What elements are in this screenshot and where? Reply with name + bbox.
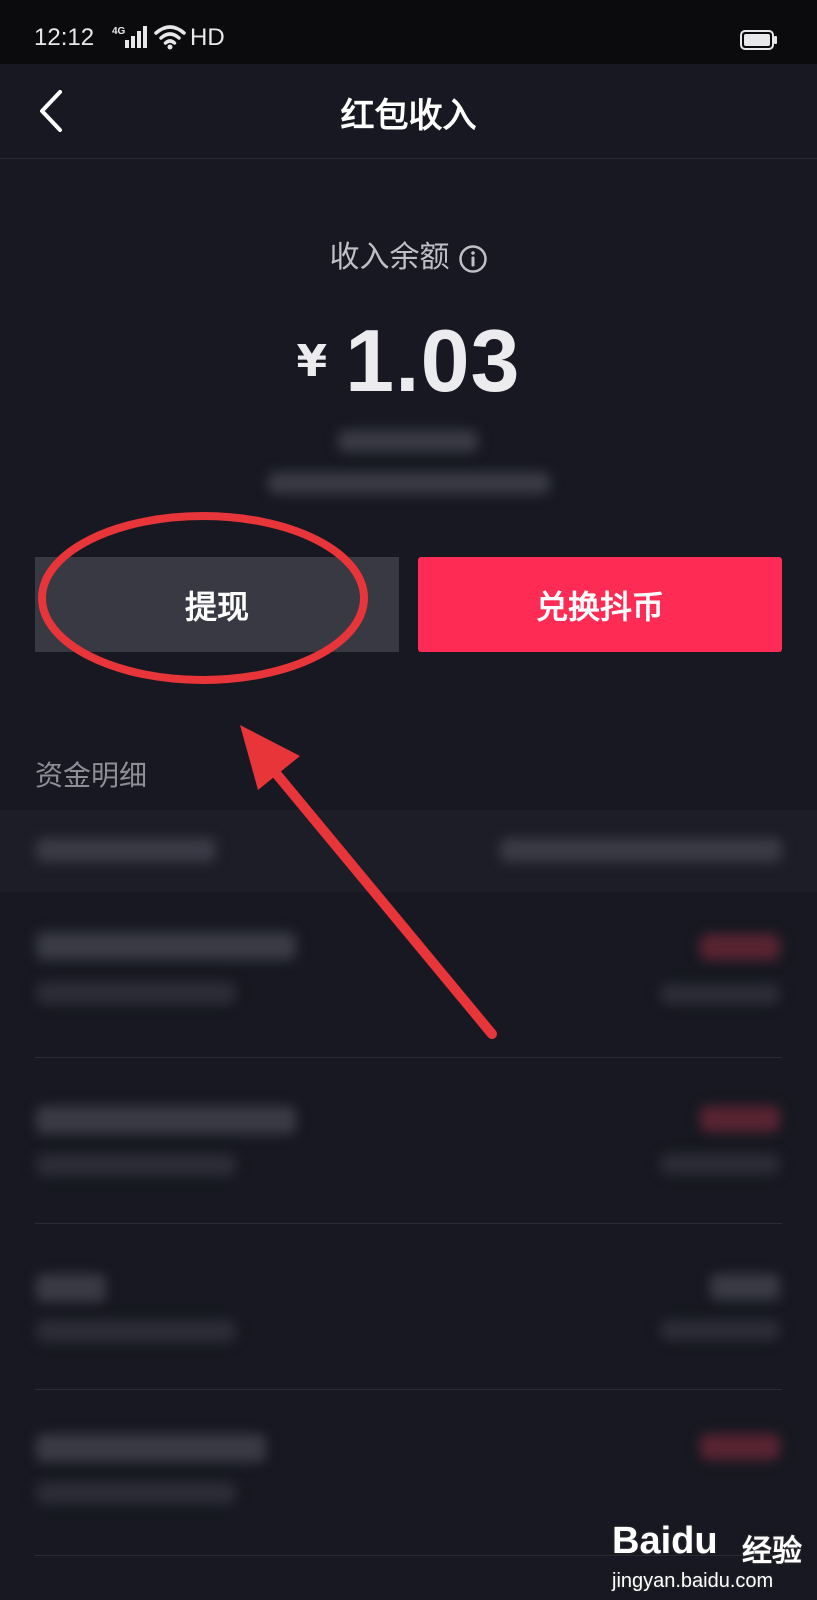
blurred-text: [36, 1482, 236, 1504]
wifi-icon: [154, 25, 186, 50]
battery-icon: [740, 30, 777, 50]
exchange-coins-button[interactable]: 兑换抖币: [418, 557, 782, 652]
blurred-text: [36, 1274, 106, 1302]
balance-amount-row: ¥1.03: [0, 310, 817, 412]
blurred-filter-left: [36, 838, 216, 862]
list-item[interactable]: [0, 1224, 817, 1390]
signal-icon: [125, 26, 147, 48]
blurred-text: [660, 1154, 780, 1174]
section-title: 资金明细: [35, 759, 148, 792]
blurred-text: [36, 982, 236, 1004]
watermark-url: jingyan.baidu.com: [612, 1570, 774, 1592]
watermark: Baidu 经验 jingyan.baidu.com: [612, 1520, 812, 1595]
withdraw-button[interactable]: 提现: [35, 557, 399, 652]
info-icon[interactable]: [458, 244, 488, 274]
watermark-logo: Baidu: [612, 1520, 718, 1562]
blurred-amount: [700, 1106, 780, 1132]
currency-symbol: ¥: [296, 335, 328, 387]
blurred-text: [36, 1106, 296, 1134]
list-item[interactable]: [0, 892, 817, 1058]
blurred-filter-right: [500, 838, 782, 862]
balance-label-row: 收入余额: [0, 232, 817, 276]
watermark-logo-cn: 经验: [742, 1534, 802, 1569]
blurred-amount: [700, 1434, 780, 1460]
blurred-text: [36, 1320, 236, 1342]
blurred-amount: [710, 1274, 780, 1300]
balance-amount: 1.03: [345, 311, 521, 410]
blurred-text: [660, 984, 780, 1004]
page-title: 红包收入: [340, 96, 477, 136]
blurred-text: [36, 932, 296, 960]
blurred-info-line: [338, 430, 478, 452]
status-bar: 12:12 4G HD: [0, 0, 817, 64]
hd-indicator: HD: [190, 24, 225, 51]
status-time: 12:12: [34, 24, 95, 51]
filter-bar[interactable]: [0, 810, 817, 892]
blurred-text: [660, 1320, 780, 1340]
list-item[interactable]: [0, 1058, 817, 1224]
blurred-text: [36, 1434, 266, 1462]
balance-label: 收入余额: [329, 240, 450, 275]
blurred-info-line: [268, 472, 550, 494]
blurred-text: [36, 1154, 236, 1176]
annotation-arrow-head: [240, 725, 300, 790]
blurred-amount: [700, 934, 780, 960]
